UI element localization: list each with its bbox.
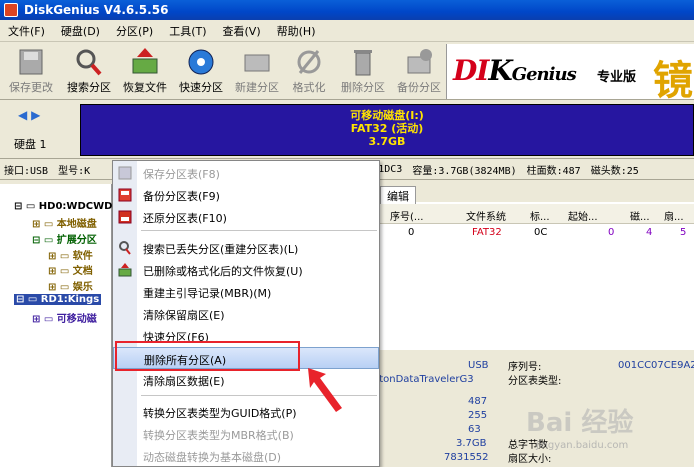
detail-pt-type-label: 分区表类型:	[508, 376, 562, 387]
edition-label: 专业版	[597, 70, 637, 85]
info-model: 型号:K	[58, 165, 91, 177]
detail-heads: 255	[468, 410, 488, 421]
baidu-watermark: Bai 经验	[526, 408, 634, 438]
menu-bar: 文件(F) 硬盘(D) 分区(P) 工具(T) 查看(V) 帮助(H)	[0, 20, 694, 42]
partition-block[interactable]: 可移动磁盘(I:) FAT32 (活动) 3.7GB	[80, 104, 694, 156]
tree-node-software[interactable]: ⊞ ▭ 软件	[48, 247, 93, 262]
prev-disk-icon[interactable]: ◀	[18, 108, 27, 122]
new-partition-icon	[240, 47, 274, 77]
menu-save-partition-table[interactable]: 保存分区表(F8)	[113, 162, 379, 184]
col-sector[interactable]: 扇...	[664, 208, 684, 223]
col-id[interactable]: 标...	[530, 208, 550, 223]
detail-cylinders: 487	[468, 396, 488, 407]
tree-node-local[interactable]: ⊞ ▭ 本地磁盘	[32, 215, 97, 230]
menu-rebuild-mbr[interactable]: 重建主引导记录(MBR)(M)	[113, 281, 379, 303]
partition-name: 可移动磁盘(I:)	[350, 109, 424, 122]
menu-separator	[141, 230, 377, 231]
next-disk-icon[interactable]: ▶	[31, 108, 40, 122]
restore-table-icon	[118, 210, 132, 224]
partition-fs: FAT32 (活动)	[350, 122, 424, 135]
restore-icon	[128, 47, 162, 77]
menu-help[interactable]: 帮助(H)	[269, 23, 324, 39]
tab-edit[interactable]: 编辑	[380, 186, 416, 205]
brand-deco: 镜	[653, 58, 693, 104]
quick-partition-button[interactable]: 快速分区	[172, 45, 230, 97]
disk-label: 硬盘 1	[14, 138, 47, 151]
annotation-arrow	[308, 368, 342, 412]
detail-serial-label: 序列号:	[508, 362, 542, 373]
tree-node-entertainment[interactable]: ⊞ ▭ 娱乐	[48, 278, 93, 293]
info-heads: 磁头数:25	[590, 165, 639, 177]
tree-node-rd1[interactable]: ⊟ ▭ RD1:Kings	[14, 294, 102, 305]
detail-sectors: 63	[468, 424, 481, 435]
format-button[interactable]: 格式化	[280, 45, 338, 97]
new-partition-button[interactable]: 新建分区	[228, 45, 286, 97]
tree-node-extended[interactable]: ⊟ ▭ 扩展分区	[32, 231, 97, 246]
menu-dynamic-to-basic[interactable]: 动态磁盘转换为基本磁盘(D)	[113, 445, 379, 467]
diskgenius-logo: DIKGenius	[453, 54, 577, 87]
info-cylinders: 柱面数:487	[526, 165, 581, 177]
tab-bar: 编辑	[380, 184, 694, 205]
search-icon	[72, 47, 106, 77]
window-title: DiskGenius V4.6.5.56	[24, 3, 169, 17]
partition-size: 3.7GB	[368, 135, 406, 148]
disk-tree-panel: ⊟ ▭ HD0:WDCWD ⊞ ▭ 本地磁盘 ⊟ ▭ 扩展分区 ⊞ ▭ 软件 ⊞…	[0, 184, 112, 467]
menu-disk[interactable]: 硬盘(D)	[53, 23, 108, 39]
backup-table-icon	[118, 188, 132, 202]
info-capacity: 容量:3.7GB(3824MB)	[412, 165, 517, 177]
menu-restore-partition-table[interactable]: 还原分区表(F10)	[113, 206, 379, 228]
menu-view[interactable]: 查看(V)	[215, 23, 269, 39]
menu-search-lost-partitions[interactable]: 搜索已丢失分区(重建分区表)(L)	[113, 237, 379, 259]
delete-icon	[346, 47, 380, 77]
menu-convert-to-mbr[interactable]: 转换分区表类型为MBR格式(B)	[113, 423, 379, 445]
search-icon	[118, 241, 132, 255]
title-bar: DiskGenius V4.6.5.56	[0, 0, 694, 20]
brand-banner: DIKGenius 专业版 镜	[446, 44, 694, 104]
disk-nav: ◀ ▶	[18, 108, 40, 122]
table-row[interactable]: 0 FAT32 0C 0 4 5	[380, 224, 694, 242]
table-header: 序号(... 文件系统 标... 起始... 磁... 扇...	[380, 204, 694, 224]
detail-sector-size-label: 扇区大小:	[508, 454, 552, 465]
app-icon	[4, 3, 18, 17]
tree-node-removable[interactable]: ⊞ ▭ 可移动磁	[32, 310, 97, 325]
delete-partition-button[interactable]: 删除分区	[334, 45, 392, 97]
menu-recover-files[interactable]: 已删除或格式化后的文件恢复(U)	[113, 259, 379, 281]
backup-icon	[402, 47, 436, 77]
tree-node-docs[interactable]: ⊞ ▭ 文档	[48, 262, 93, 277]
save-icon	[14, 47, 48, 77]
detail-serial-value: 001CC07CE9A2E	[618, 360, 694, 371]
save-changes-button[interactable]: 保存更改	[2, 45, 60, 97]
highlight-box	[115, 341, 300, 371]
menu-clear-reserved-sectors[interactable]: 清除保留扇区(E)	[113, 303, 379, 325]
baidu-watermark-url: jingyan.baidu.com	[536, 440, 629, 451]
menu-file[interactable]: 文件(F)	[0, 23, 53, 39]
menu-backup-partition-table[interactable]: 备份分区表(F9)	[113, 184, 379, 206]
save-table-icon	[118, 166, 132, 180]
menu-tools[interactable]: 工具(T)	[161, 23, 214, 39]
context-menu: 保存分区表(F8) 备份分区表(F9) 还原分区表(F10) 搜索已丢失分区(重…	[112, 160, 380, 467]
recover-icon	[118, 263, 132, 277]
menu-partition[interactable]: 分区(P)	[108, 23, 161, 39]
backup-partition-button[interactable]: 备份分区	[390, 45, 448, 97]
tree-node-hd0[interactable]: ⊟ ▭ HD0:WDCWD	[14, 201, 112, 212]
detail-iface: USB	[468, 360, 489, 371]
search-partition-button[interactable]: 搜索分区	[60, 45, 118, 97]
col-filesystem[interactable]: 文件系统	[466, 208, 506, 223]
quick-partition-icon	[184, 47, 218, 77]
col-start[interactable]: 起始...	[568, 208, 598, 223]
detail-capacity: 3.7GB	[456, 438, 487, 449]
info-interface: 接口:USB	[4, 165, 49, 177]
col-head[interactable]: 磁...	[630, 208, 650, 223]
detail-total-sectors: 7831552	[444, 452, 489, 463]
restore-files-button[interactable]: 恢复文件	[116, 45, 174, 97]
format-icon	[292, 47, 326, 77]
detail-model: stonDataTravelerG3	[374, 374, 474, 385]
col-index[interactable]: 序号(...	[390, 208, 423, 223]
